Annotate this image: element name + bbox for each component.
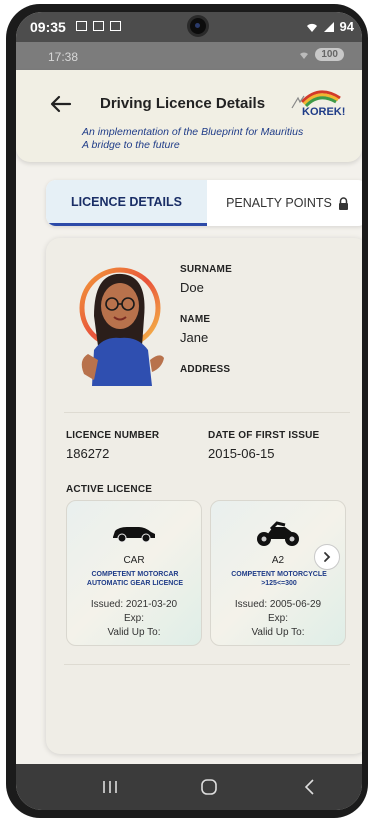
licence-desc-line-1: COMPETENT MOTORCAR [91, 571, 179, 578]
name-value: Jane [180, 330, 209, 345]
tagline-line-1: An implementation of the Blueprint for M… [82, 126, 304, 138]
wifi-icon [306, 23, 317, 32]
tagline-line-2: A bridge to the future [82, 139, 180, 151]
licence-desc-line-2: >125<=300 [261, 580, 297, 587]
status-time: 09:35 [30, 19, 66, 35]
surname-label: SURNAME [180, 264, 232, 275]
home-button[interactable] [197, 775, 221, 799]
licence-desc-line-2: AUTOMATIC GEAR LICENCE [86, 580, 184, 587]
address-label: ADDRESS [180, 364, 231, 375]
app-header: Driving Licence Details KOREK! An implem… [16, 70, 362, 162]
camera-icon [190, 18, 206, 34]
licence-valid: Valid Up To: [107, 627, 161, 638]
surname-value: Doe [180, 280, 204, 295]
licence-exp: Exp: [267, 613, 288, 624]
korek-logo: KOREK! [288, 84, 350, 118]
gallery-icon [76, 21, 87, 31]
tab-penalty-points-label: PENALTY POINTS [226, 196, 332, 210]
system-back-button[interactable] [298, 775, 322, 799]
licence-description: COMPETENT MOTORCYCLE >125<=300 [215, 570, 343, 588]
chevron-left-icon [304, 779, 314, 795]
app-screen: 09:35 94 17:38 100 Driving Licence Detai… [16, 12, 362, 810]
arrow-left-icon [50, 95, 72, 113]
car-icon [67, 519, 201, 545]
system-nav-bar [16, 764, 362, 810]
rainbow-logo-icon: KOREK! [291, 90, 345, 118]
tab-licence-details[interactable]: LICENCE DETAILS [46, 180, 207, 226]
app-status-bar: 17:38 100 [16, 42, 362, 70]
inner-status-time: 17:38 [48, 50, 79, 64]
chevron-right-icon [324, 552, 331, 562]
motorcycle-icon [211, 519, 345, 546]
licence-exp: Exp: [123, 613, 144, 624]
active-licence-label: ACTIVE LICENCE [66, 484, 153, 495]
licence-issued: Issued: 2021-03-20 [90, 599, 178, 610]
licence-issued: Issued: 2005-06-29 [234, 599, 322, 610]
message-icon [93, 21, 104, 31]
licence-item-car[interactable]: CAR COMPETENT MOTORCAR AUTOMATIC GEAR LI… [66, 500, 202, 646]
recents-icon [103, 781, 117, 793]
divider-bottom [64, 664, 350, 665]
back-button[interactable] [48, 92, 74, 116]
battery-level: 94 [339, 19, 354, 34]
notification-icons [76, 21, 121, 31]
lock-icon [338, 196, 348, 210]
tab-penalty-points[interactable]: PENALTY POINTS [207, 180, 362, 226]
licence-item-motorcycle[interactable]: A2 COMPETENT MOTORCYCLE >125<=300 Issued… [210, 500, 346, 646]
avatar [64, 256, 172, 386]
system-status-bar: 09:35 94 [16, 12, 362, 42]
inner-status-right: 100 [299, 48, 344, 61]
licence-description: COMPETENT MOTORCAR AUTOMATIC GEAR LICENC… [71, 570, 199, 588]
tab-licence-details-label: LICENCE DETAILS [71, 194, 182, 209]
inner-wifi-icon [300, 51, 309, 59]
licence-code: CAR [123, 555, 145, 566]
licence-desc-line-1: COMPETENT MOTORCYCLE [231, 571, 327, 578]
signal-icon [323, 21, 334, 32]
tagline: An implementation of the Blueprint for M… [82, 126, 303, 152]
page-title: Driving Licence Details [100, 95, 266, 112]
status-right: 94 [306, 19, 354, 34]
screenshot-icon [110, 21, 121, 31]
licence-valid: Valid Up To: [251, 627, 305, 638]
tab-bar: LICENCE DETAILS PENALTY POINTS [46, 180, 362, 226]
avatar-illustration-icon [79, 267, 164, 386]
inner-battery-pill: 100 [315, 48, 344, 61]
next-licence-button[interactable] [314, 544, 340, 570]
divider-top [64, 412, 350, 413]
first-issue-value: 2015-06-15 [208, 446, 275, 461]
first-issue-label: DATE OF FIRST ISSUE [208, 430, 320, 441]
licence-number-value: 186272 [66, 446, 110, 461]
phone-frame: 09:35 94 17:38 100 Driving Licence Detai… [6, 4, 368, 818]
licence-card: SURNAME Doe NAME Jane ADDRESS LICENCE NU… [46, 238, 362, 754]
recents-button[interactable] [98, 775, 122, 799]
licence-number-label: LICENCE NUMBER [66, 430, 160, 441]
logo-text: KOREK! [302, 106, 345, 118]
name-label: NAME [180, 314, 211, 325]
home-icon [201, 779, 217, 795]
